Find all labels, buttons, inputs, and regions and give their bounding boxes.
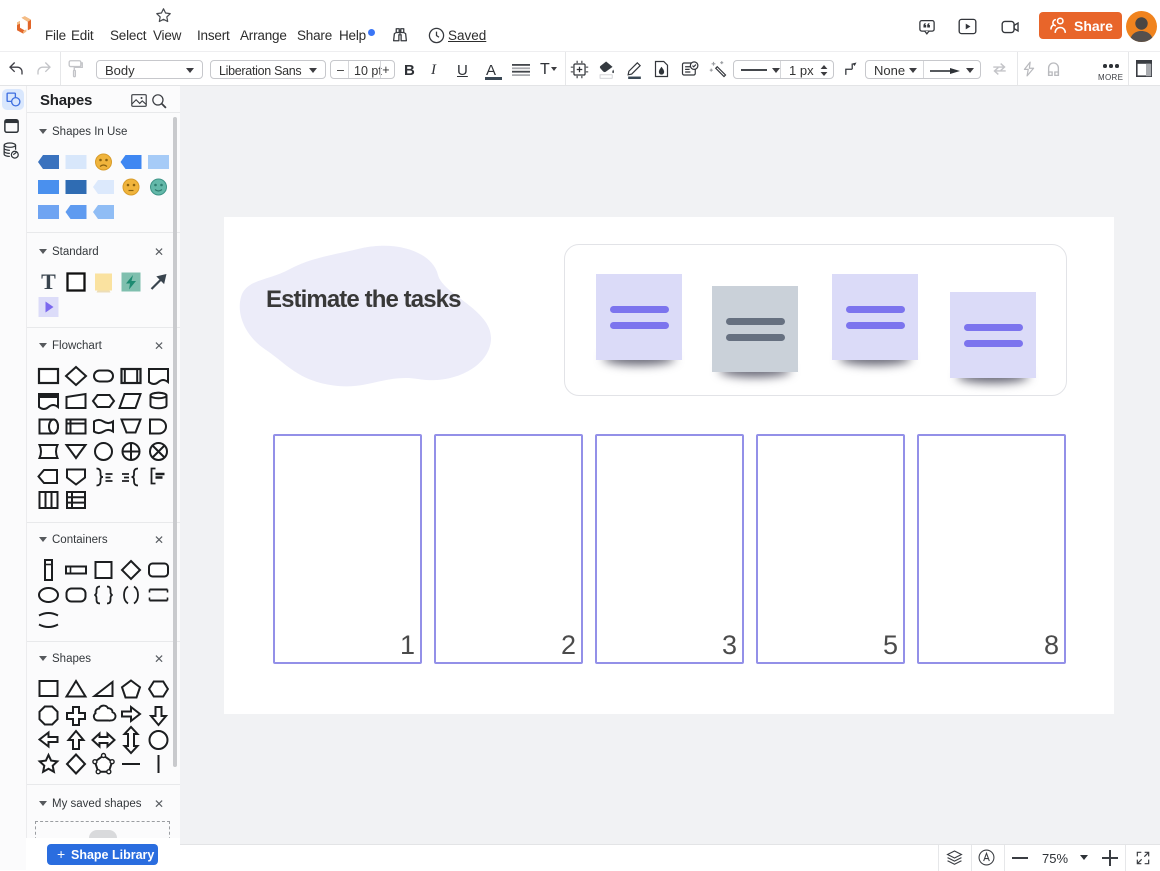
svg-text:T: T	[41, 269, 56, 294]
